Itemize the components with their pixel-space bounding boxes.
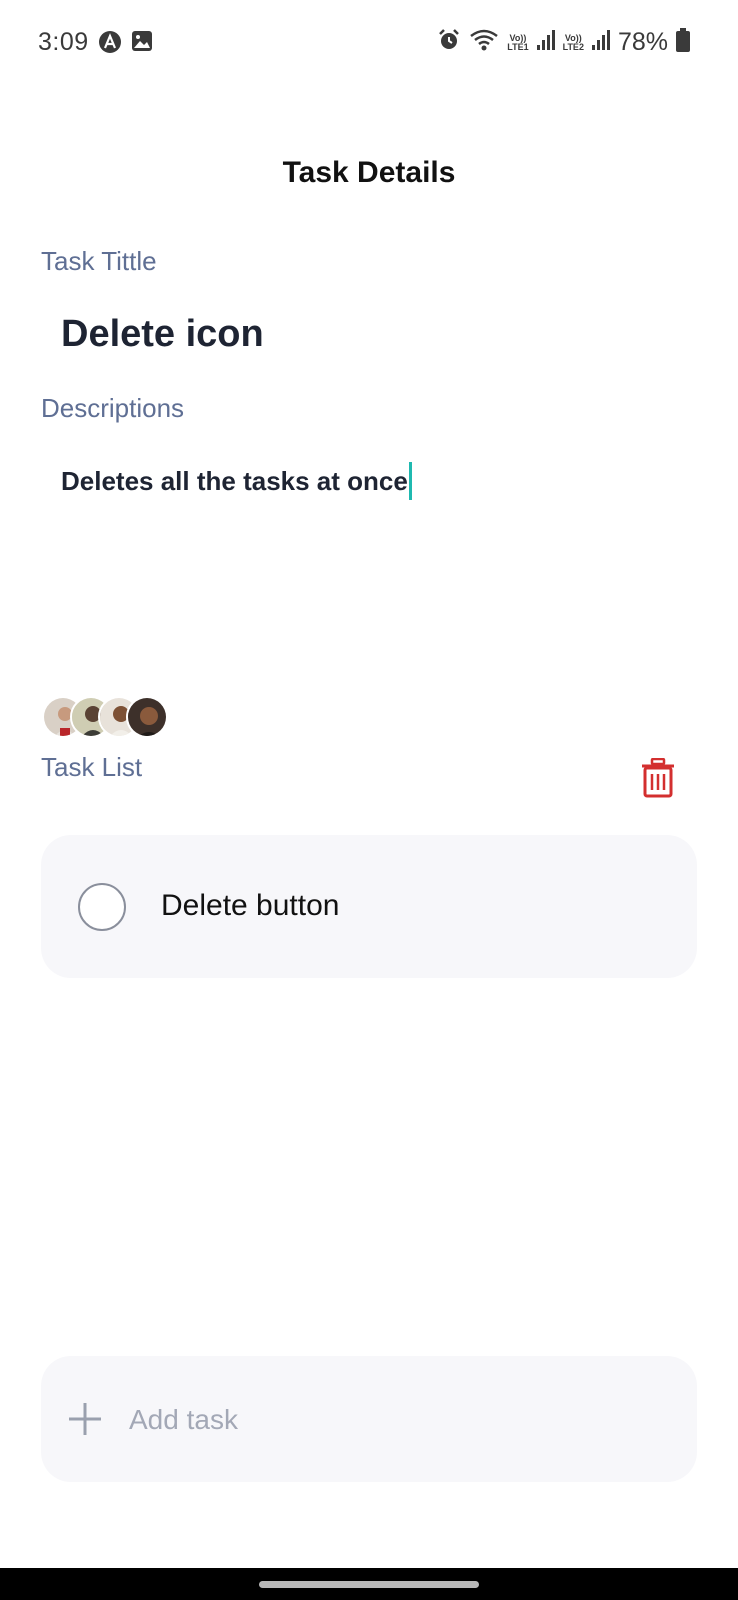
task-title-field[interactable]: Delete icon [61,313,264,356]
task-checkbox[interactable] [78,883,126,931]
signal-icon [536,29,555,56]
status-time: 3:09 [38,28,89,56]
task-details-screen: 3:09 Vo)) LTE1 Vo)) LTE2 78% Task Detail… [0,0,738,1600]
volte2-bottom: LTE2 [562,41,584,52]
battery-icon [676,28,690,57]
status-bar: 3:09 Vo)) LTE1 Vo)) LTE2 78% [0,0,738,88]
text-caret [408,462,412,500]
android-app-icon [98,30,122,59]
task-item-card[interactable]: Delete button [41,835,697,978]
description-field[interactable]: Deletes all the tasks at once [61,462,412,500]
avatar[interactable] [126,696,168,738]
description-text: Deletes all the tasks at once [61,465,408,496]
add-task-button[interactable]: Add task [41,1356,697,1482]
system-nav-bar [0,1568,738,1600]
signal-icon-2 [591,29,610,56]
task-title-label: Task Tittle [41,246,157,276]
plus-icon [67,1401,103,1437]
page-title: Task Details [282,156,456,189]
status-right-group: Vo)) LTE1 Vo)) LTE2 78% [437,28,690,57]
task-item-label: Delete button [161,889,340,922]
trash-icon[interactable] [640,757,676,798]
home-gesture-handle[interactable] [259,1581,479,1588]
alarm-icon [437,28,461,57]
description-label: Descriptions [41,393,185,423]
battery-percent: 78% [617,28,668,56]
volte1-bottom: LTE1 [507,41,529,52]
assignee-avatars[interactable] [42,696,168,738]
add-task-label: Add task [129,1404,238,1435]
wifi-icon [469,28,499,57]
volte1-indicator: Vo)) LTE1 [507,33,529,52]
task-list-label: Task List [41,752,143,782]
image-icon [131,30,153,57]
volte2-indicator: Vo)) LTE2 [562,33,584,52]
